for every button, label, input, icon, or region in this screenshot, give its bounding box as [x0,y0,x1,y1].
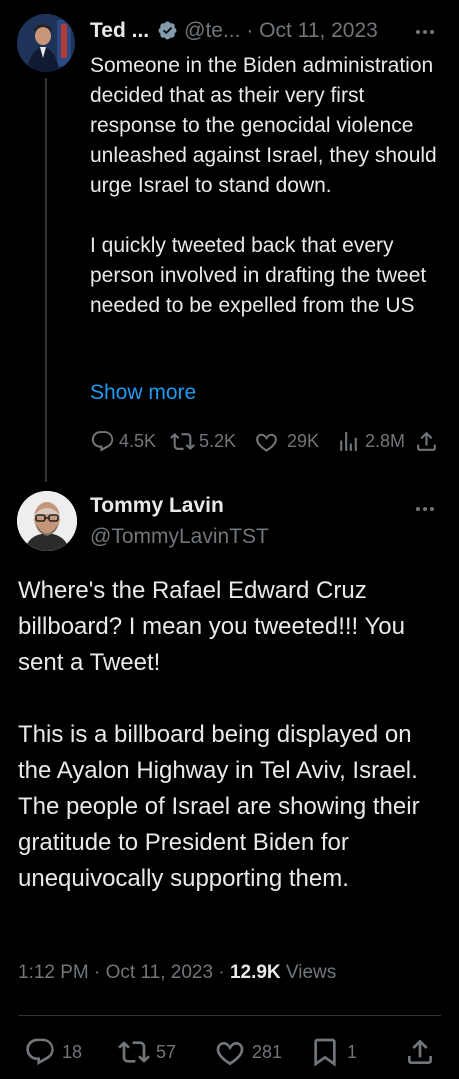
parent-like-count: 29K [287,430,320,451]
thread-connector-line [45,78,47,482]
parent-like-button[interactable]: 29K [254,424,319,458]
main-handle[interactable]: @TommyLavinTST [90,522,269,552]
main-tweet-text: Where's the Rafael Edward Cruz billboard… [18,573,448,897]
meta-separator: · [94,962,101,983]
main-paragraph: This is a billboard being displayed on t… [18,721,420,892]
main-action-bar: 18 57 281 1 [0,1034,459,1070]
main-more-icon[interactable] [413,497,437,521]
parent-tweet-header: Ted ... @te... · Oct 11, 2023 [90,16,450,46]
parent-reply-count: 4.5K [119,430,157,451]
bookmark-button[interactable]: 1 [309,1034,357,1070]
main-avatar[interactable] [17,491,77,551]
views-count: 12.9K [229,962,281,983]
main-avatar-image [17,491,77,551]
bookmark-count: 1 [347,1041,358,1062]
parent-views-count: 2.8M [365,430,406,451]
parent-date[interactable]: Oct 11, 2023 [259,19,378,42]
share-icon [417,431,436,451]
parent-share-button[interactable] [414,424,443,458]
parent-repost-button[interactable]: 5.2K [170,424,236,458]
repost-count: 57 [156,1041,177,1062]
meta-separator: · [218,962,225,983]
reply-icon [26,1038,54,1065]
parent-repost-count: 5.2K [199,430,237,451]
parent-views-button[interactable]: 2.8M [336,424,405,458]
tweet-date[interactable]: Oct 11, 2023 [106,962,213,983]
reply-icon [91,430,114,452]
reply-button[interactable]: 18 [24,1034,82,1070]
verified-badge-icon [157,20,178,41]
parent-reply-button[interactable]: 4.5K [90,424,156,458]
like-button[interactable]: 281 [214,1034,282,1070]
parent-paragraph: I quickly tweeted back that every person… [90,234,427,317]
like-count: 281 [252,1041,283,1062]
views-label: Views [285,962,337,983]
tweet-time[interactable]: 1:12 PM [18,962,89,983]
main-author-name[interactable]: Tommy Lavin [90,491,224,521]
parent-tweet-text: Someone in the Biden administration deci… [90,51,450,321]
show-more-link[interactable]: Show more [90,378,196,408]
parent-header-separator: · [246,19,254,42]
parent-more-icon[interactable] [413,20,437,44]
parent-avatar[interactable] [17,14,75,72]
bookmark-icon [314,1038,336,1067]
like-icon [216,1042,244,1066]
tweet-meta: 1:12 PM · Oct 11, 2023 · 12.9K Views [18,958,336,988]
share-button[interactable] [404,1034,442,1070]
parent-paragraph: Someone in the Biden administration deci… [90,54,437,197]
repost-icon [170,432,195,450]
like-icon [256,433,277,452]
parent-avatar-image [17,14,75,72]
share-icon [408,1039,432,1064]
reply-count: 18 [62,1041,83,1062]
parent-author-name[interactable]: Ted ... [90,19,149,42]
views-icon [340,431,357,451]
main-paragraph: Where's the Rafael Edward Cruz billboard… [18,577,405,676]
repost-button[interactable]: 57 [118,1034,176,1070]
parent-handle[interactable]: @te... [184,19,240,42]
divider [18,1015,441,1016]
repost-icon [118,1041,150,1063]
parent-action-bar: 4.5K 5.2K 29K 2.8M [90,424,450,458]
